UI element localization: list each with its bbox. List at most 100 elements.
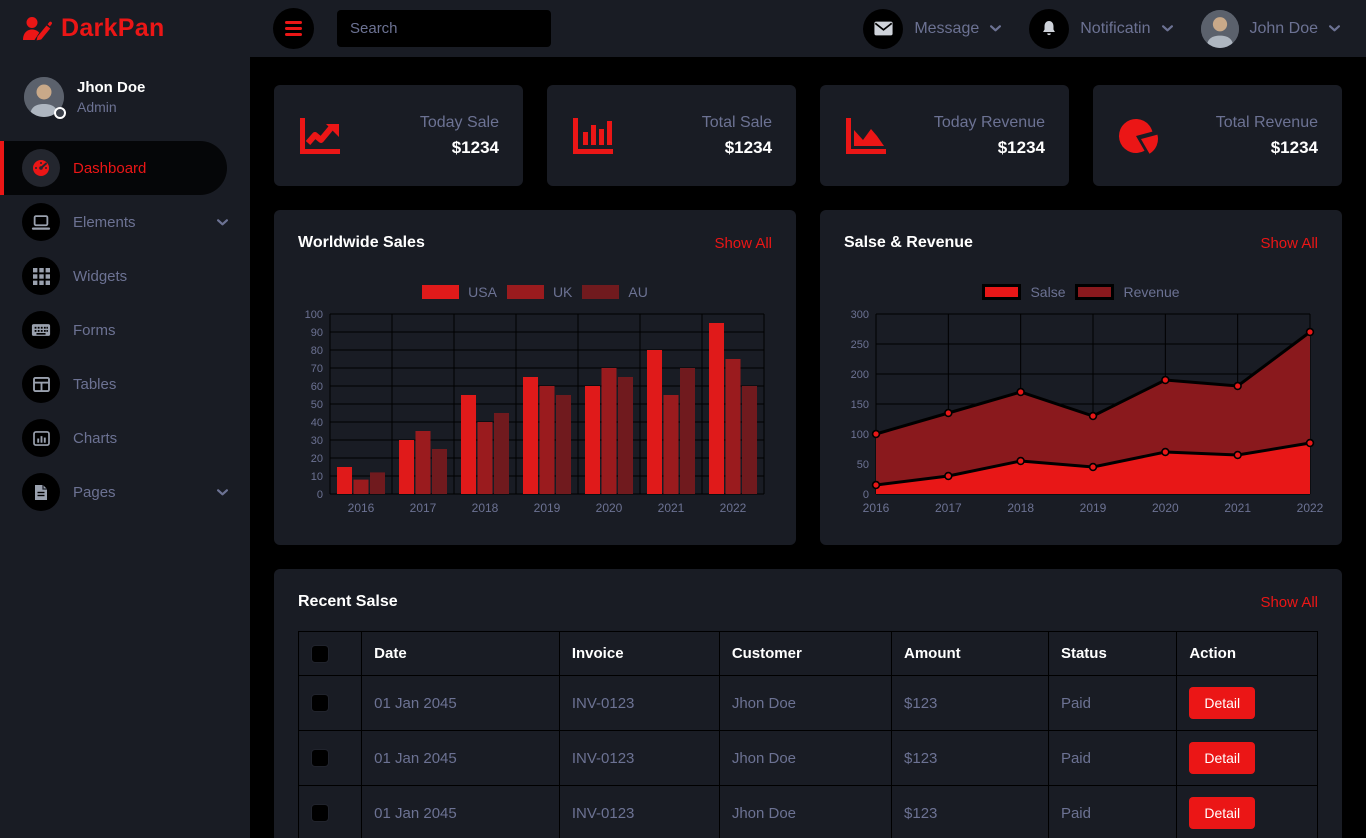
brand-name: DarkPan (61, 14, 165, 43)
svg-text:300: 300 (851, 309, 869, 321)
notification-dropdown[interactable]: Notificatin (1029, 9, 1172, 49)
legend-item-revenue[interactable]: Revenue (1075, 284, 1179, 300)
svg-text:80: 80 (311, 345, 323, 357)
legend-swatch (507, 285, 544, 299)
legend-swatch (1075, 284, 1114, 300)
column-header-customer: Customer (719, 632, 891, 676)
chevron-down-icon (217, 489, 228, 496)
detail-button[interactable]: Detail (1189, 687, 1255, 719)
brand[interactable]: DarkPan (0, 0, 250, 57)
svg-text:2020: 2020 (1152, 501, 1179, 515)
cell-invoice: INV-0123 (559, 731, 719, 786)
keyboard-icon (31, 323, 51, 337)
status-dot (54, 107, 66, 119)
chevron-down-icon (1162, 25, 1173, 32)
svg-text:50: 50 (857, 459, 869, 471)
stat-card-today-revenue: Today Revenue $1234 (820, 85, 1069, 186)
sidebar-item-pages[interactable]: Pages (0, 465, 250, 519)
cell-status: Paid (1048, 731, 1176, 786)
stat-value: $1234 (1216, 138, 1318, 158)
column-header-action: Action (1177, 632, 1318, 676)
svg-text:2022: 2022 (720, 501, 747, 515)
chart-title: Worldwide Sales (298, 234, 425, 252)
recent-sales-table: Date Invoice Customer Amount Status Acti… (298, 631, 1318, 838)
table-row: 01 Jan 2045 INV-0123 Jhon Doe $123 Paid … (299, 731, 1318, 786)
cell-amount: $123 (892, 731, 1049, 786)
recent-sales-card: Recent Salse Show All Date Invoice Custo… (274, 569, 1342, 838)
svg-text:60: 60 (311, 381, 323, 393)
stat-label: Today Revenue (934, 114, 1045, 132)
svg-text:50: 50 (311, 399, 323, 411)
detail-button[interactable]: Detail (1189, 742, 1255, 774)
stat-card-today-sale: Today Sale $1234 (274, 85, 523, 186)
svg-text:20: 20 (311, 453, 323, 465)
sidebar-item-tables[interactable]: Tables (0, 357, 250, 411)
avatar (1201, 10, 1239, 48)
sidebar-item-label: Dashboard (73, 160, 146, 177)
select-all-checkbox[interactable] (311, 645, 329, 663)
sidebar-item-elements[interactable]: Elements (0, 195, 250, 249)
svg-text:200: 200 (851, 369, 869, 381)
svg-text:70: 70 (311, 363, 323, 375)
legend-swatch (582, 285, 619, 299)
cell-amount: $123 (892, 676, 1049, 731)
main-content: Today Sale $1234 Total Sale (250, 57, 1366, 838)
svg-text:2017: 2017 (410, 501, 437, 515)
search-input[interactable] (337, 10, 551, 47)
legend-item-au[interactable]: AU (582, 284, 647, 300)
column-header-status: Status (1048, 632, 1176, 676)
chart-pie-icon (1117, 115, 1161, 157)
svg-text:2021: 2021 (658, 501, 685, 515)
grid-icon (33, 268, 50, 285)
sales-revenue-area-chart: 0501001502002503002016201720182019202020… (844, 308, 1318, 518)
charts-row: Worldwide Sales Show All USAUKAU 0102030… (274, 210, 1342, 545)
legend-item-salse[interactable]: Salse (982, 284, 1065, 300)
sidebar-item-label: Pages (73, 484, 116, 501)
stat-label: Total Revenue (1216, 114, 1318, 132)
table-row: 01 Jan 2045 INV-0123 Jhon Doe $123 Paid … (299, 676, 1318, 731)
show-all-link[interactable]: Show All (1260, 594, 1318, 611)
sales-revenue-card: Salse & Revenue Show All SalseRevenue 05… (820, 210, 1342, 545)
table-row: 01 Jan 2045 INV-0123 Jhon Doe $123 Paid … (299, 786, 1318, 838)
stat-card-total-revenue: Total Revenue $1234 (1093, 85, 1342, 186)
svg-text:0: 0 (863, 489, 869, 501)
profile-dropdown[interactable]: John Doe (1201, 10, 1341, 48)
app: DarkPan Jhon Doe Admin (0, 0, 1366, 838)
stat-label: Total Sale (702, 114, 772, 132)
row-checkbox[interactable] (311, 749, 329, 767)
svg-text:2018: 2018 (472, 501, 499, 515)
stat-value: $1234 (420, 138, 499, 158)
sidebar-item-label: Forms (73, 322, 116, 339)
message-dropdown[interactable]: Message (863, 9, 1001, 49)
sidebar-item-charts[interactable]: Charts (0, 411, 250, 465)
sidebar-item-label: Widgets (73, 268, 127, 285)
legend-label: AU (628, 284, 647, 300)
show-all-link[interactable]: Show All (714, 235, 772, 252)
sidebar-item-widgets[interactable]: Widgets (0, 249, 250, 303)
laptop-icon (31, 214, 51, 231)
legend-item-usa[interactable]: USA (422, 284, 497, 300)
cell-date: 01 Jan 2045 (362, 676, 560, 731)
svg-text:2018: 2018 (1007, 501, 1034, 515)
sidebar-item-forms[interactable]: Forms (0, 303, 250, 357)
cell-customer: Jhon Doe (719, 786, 891, 838)
sidebar-user[interactable]: Jhon Doe Admin (0, 57, 250, 141)
row-checkbox[interactable] (311, 694, 329, 712)
sidebar-toggle-button[interactable] (273, 8, 314, 49)
legend-item-uk[interactable]: UK (507, 284, 572, 300)
show-all-link[interactable]: Show All (1260, 235, 1318, 252)
detail-button[interactable]: Detail (1189, 797, 1255, 829)
column-header-date: Date (362, 632, 560, 676)
svg-text:2019: 2019 (1080, 501, 1107, 515)
cell-customer: Jhon Doe (719, 676, 891, 731)
cell-invoice: INV-0123 (559, 676, 719, 731)
svg-text:40: 40 (311, 417, 323, 429)
top-navbar: Message Notificatin (250, 0, 1366, 57)
cell-amount: $123 (892, 786, 1049, 838)
sidebar: DarkPan Jhon Doe Admin (0, 0, 250, 838)
column-header-invoice: Invoice (559, 632, 719, 676)
svg-text:150: 150 (851, 399, 869, 411)
sidebar-item-dashboard[interactable]: Dashboard (0, 141, 227, 195)
row-checkbox[interactable] (311, 804, 329, 822)
chevron-down-icon (217, 219, 228, 226)
